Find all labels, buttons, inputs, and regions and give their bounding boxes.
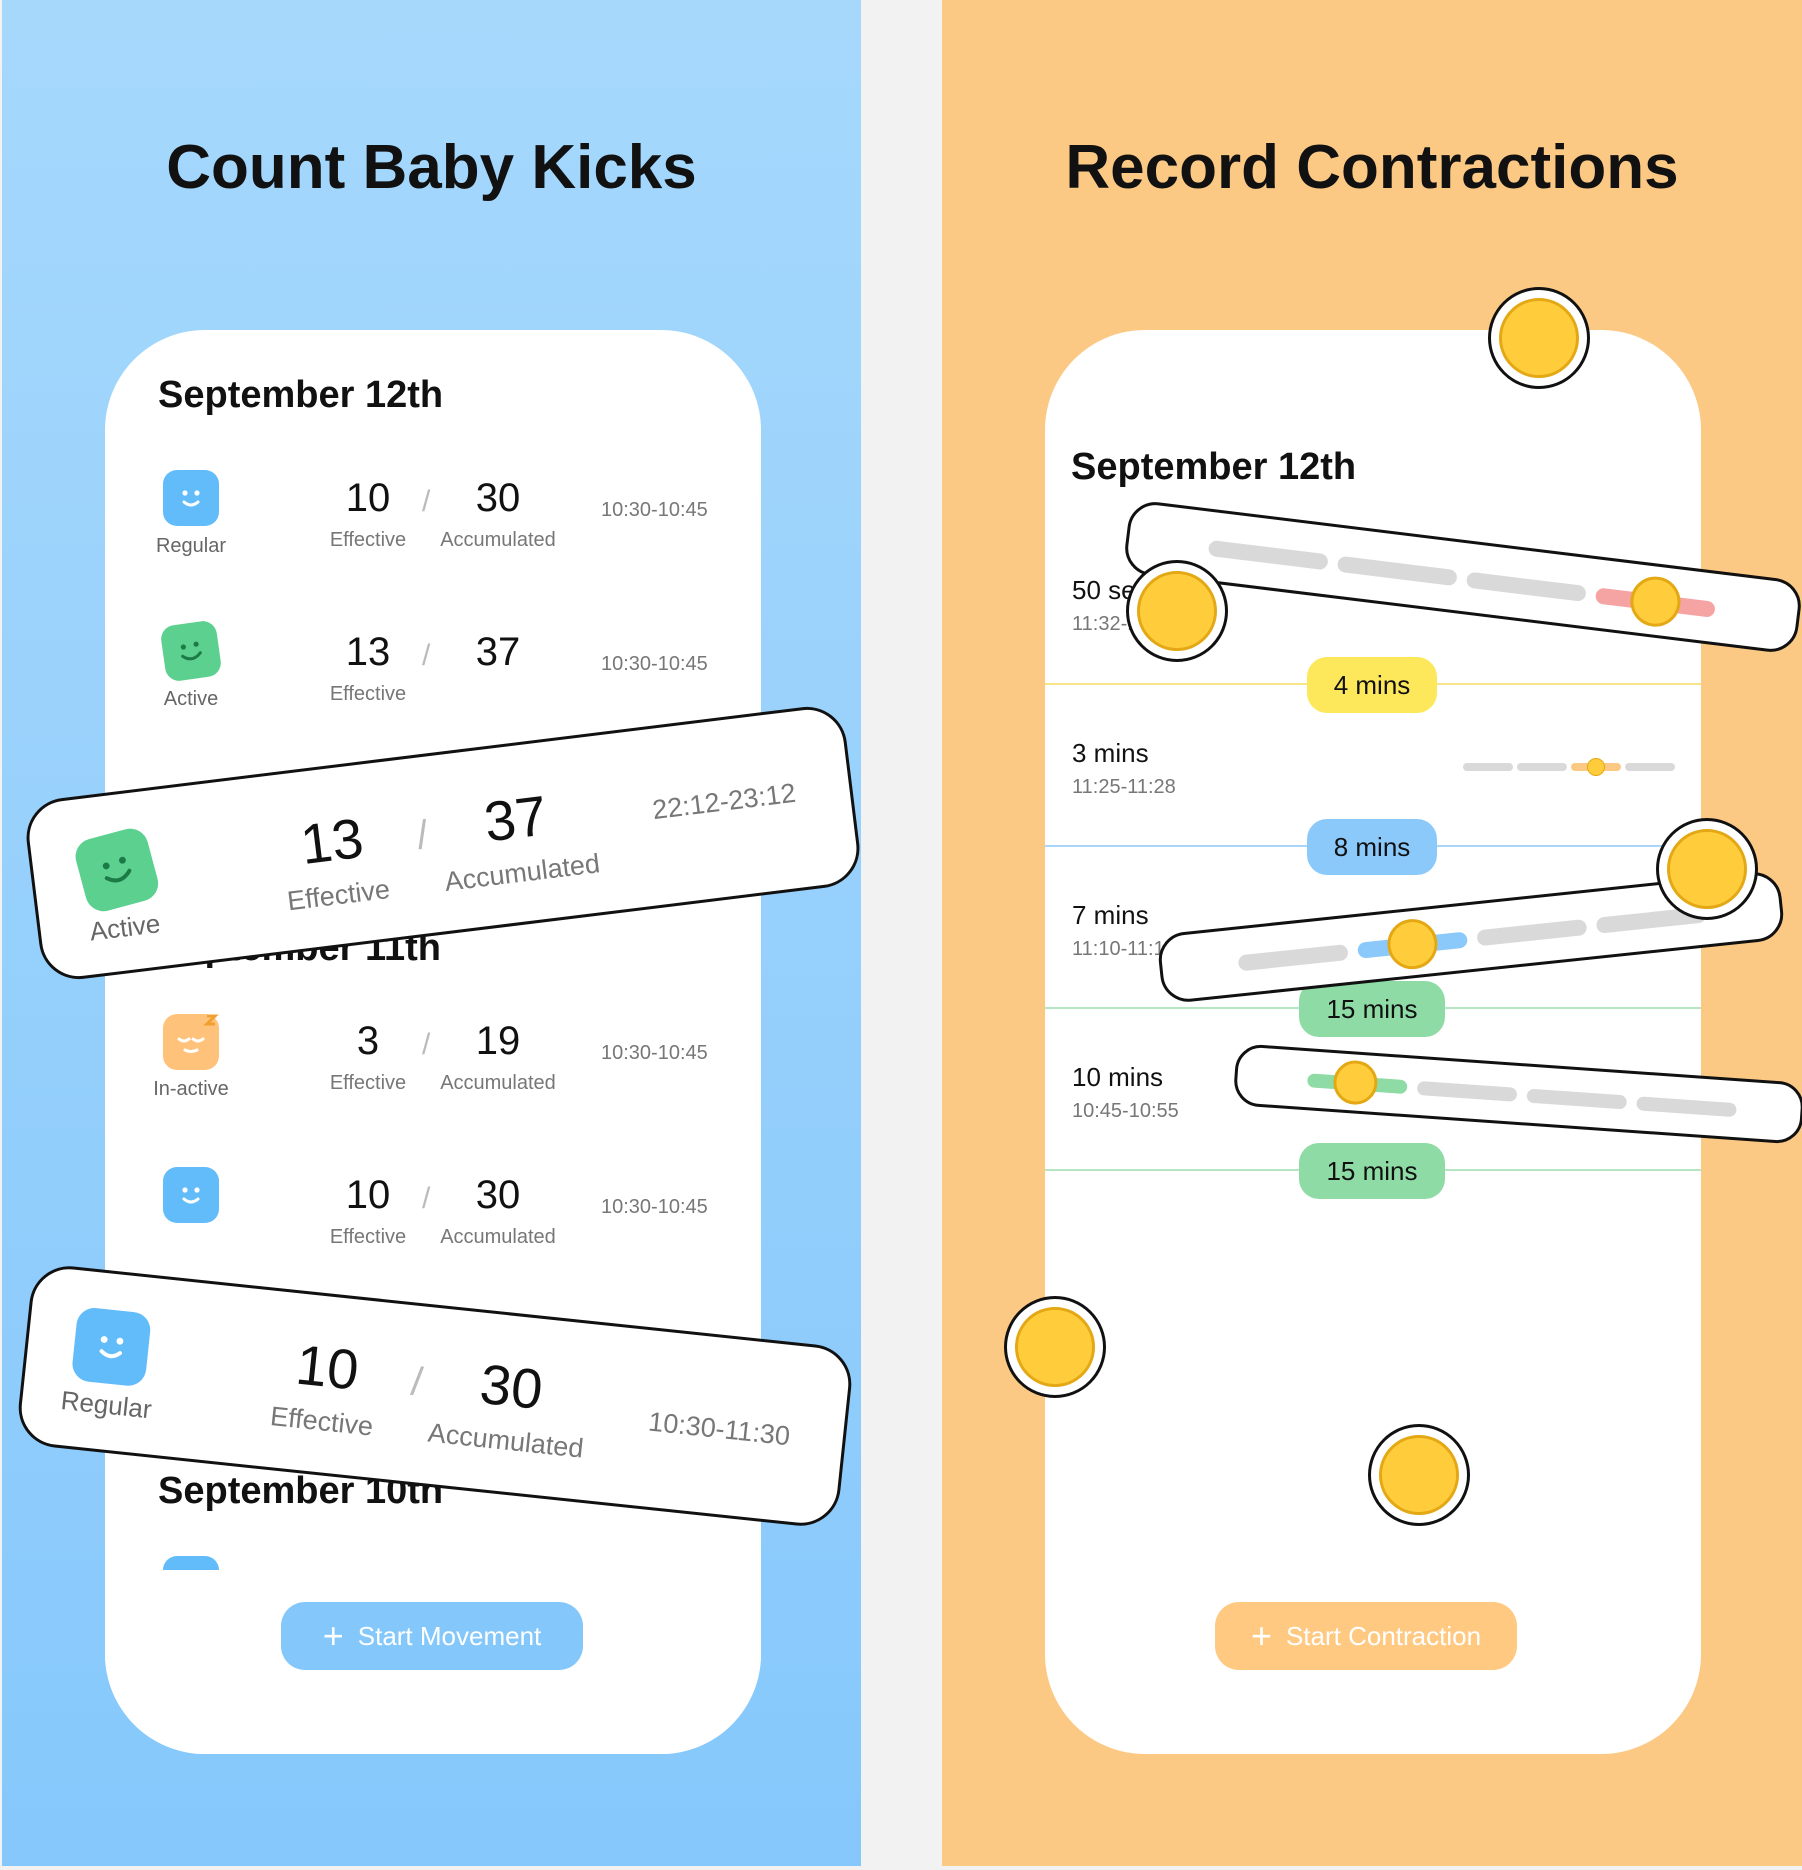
sad-face-icon xyxy=(1015,1307,1095,1387)
count-slash: / xyxy=(414,812,431,858)
regular-face-icon xyxy=(163,1167,219,1223)
mood-label: Regular xyxy=(59,1385,154,1425)
mood-label: In-active xyxy=(153,1078,229,1100)
regular-face-icon xyxy=(70,1306,153,1388)
contraction-duration: 10 mins xyxy=(1072,1062,1164,1092)
timeline-bar xyxy=(1463,763,1513,771)
effective-count: 13 xyxy=(297,805,367,877)
interval-pill: 8 mins xyxy=(1307,819,1437,875)
angry-face-icon xyxy=(1587,758,1605,776)
contractions-headline: Record Contractions xyxy=(1065,133,1679,202)
emoji-badge xyxy=(1368,1424,1470,1526)
effective-count: 10 xyxy=(345,1173,391,1217)
timeline-bar xyxy=(1636,1096,1737,1118)
effective-label: Effective xyxy=(329,1226,407,1248)
session-time: 10:30-11:30 xyxy=(646,1406,792,1452)
start-movement-button[interactable]: + Start Movement xyxy=(281,1602,583,1670)
effective-count: 10 xyxy=(293,1332,362,1402)
start-contraction-button[interactable]: + Start Contraction xyxy=(1215,1602,1517,1670)
count-slash: / xyxy=(409,1359,425,1405)
session-time: 10:30-10:45 xyxy=(601,499,708,521)
regular-face-icon xyxy=(163,1556,219,1570)
relieved-face-icon xyxy=(1331,1059,1379,1107)
accumulated-label: Accumulated xyxy=(440,529,556,551)
count-slash: / xyxy=(422,1028,431,1061)
timeline-bar xyxy=(1465,571,1587,603)
start-contraction-label: Start Contraction xyxy=(1285,1620,1482,1651)
confounded-face-icon xyxy=(1137,571,1217,651)
sleepy-face-icon xyxy=(1379,1435,1459,1515)
timeline-bar xyxy=(1207,539,1329,571)
accumulated-count: 30 xyxy=(475,476,521,520)
relieved-face-icon xyxy=(1667,829,1747,909)
accumulated-label: Accumulated xyxy=(440,1226,556,1248)
active-face-icon xyxy=(159,619,223,683)
section-date: September 12th xyxy=(158,374,444,416)
tired-face-icon xyxy=(1627,573,1684,630)
effective-label: Effective xyxy=(329,529,407,551)
mood-label: Regular xyxy=(155,535,227,557)
interval-pill: 4 mins xyxy=(1307,657,1437,713)
effective-label: Effective xyxy=(329,1072,407,1094)
timeline-bar xyxy=(1476,918,1588,947)
regular-face-icon xyxy=(163,470,219,526)
mood-label: Active xyxy=(87,908,162,947)
count-slash: / xyxy=(422,1182,431,1215)
accumulated-count: 30 xyxy=(475,1173,521,1217)
effective-count: 13 xyxy=(345,630,391,674)
mood-label: Active xyxy=(163,688,219,710)
tired-face-icon xyxy=(1499,298,1579,378)
timeline-bar xyxy=(1336,555,1458,587)
accumulated-count: 19 xyxy=(475,1019,521,1063)
kicks-phone-screen: September 12th Regular 10 / 30 Effective… xyxy=(105,330,761,1754)
timeline-bar xyxy=(1517,763,1567,771)
contraction-duration: 3 mins xyxy=(1072,738,1149,768)
session-time: 10:30-10:45 xyxy=(601,1196,708,1218)
emoji-badge xyxy=(1004,1296,1106,1398)
plus-icon: + xyxy=(1250,1615,1272,1656)
contraction-time-range: 10:45-10:55 xyxy=(1072,1100,1179,1122)
timeline-bar xyxy=(1416,1080,1518,1102)
accumulated-count: 30 xyxy=(477,1351,546,1422)
kick-row-partial xyxy=(158,1556,678,1570)
timeline-bar xyxy=(1625,763,1675,771)
plus-icon: + xyxy=(322,1615,344,1656)
sad-face-icon xyxy=(1384,916,1440,972)
sleepy-face-icon xyxy=(163,1014,219,1070)
contraction-time-range: 11:25-11:28 xyxy=(1072,776,1176,798)
timeline-bar xyxy=(1526,1088,1628,1110)
accumulated-count: 37 xyxy=(480,783,551,854)
kicks-headline: Count Baby Kicks xyxy=(166,133,697,202)
accumulated-label: Accumulated xyxy=(440,1072,556,1094)
effective-label: Effective xyxy=(329,683,407,705)
session-time: 10:30-10:45 xyxy=(601,1042,708,1064)
emoji-badge xyxy=(1126,560,1228,662)
emoji-badge xyxy=(1656,818,1758,920)
start-movement-label: Start Movement xyxy=(357,1620,542,1651)
emoji-badge xyxy=(1488,287,1590,389)
timeline-bar xyxy=(1237,943,1349,972)
active-face-icon xyxy=(71,824,163,916)
effective-count: 10 xyxy=(345,476,391,520)
session-time: 10:30-10:45 xyxy=(601,653,708,675)
count-slash: / xyxy=(422,485,431,518)
session-time: 22:12-23:12 xyxy=(650,777,798,826)
contraction-duration: 7 mins xyxy=(1072,900,1149,930)
interval-pill: 15 mins xyxy=(1299,1143,1445,1199)
interval-pill: 15 mins xyxy=(1299,981,1445,1037)
accumulated-count: 37 xyxy=(475,630,521,674)
section-date: September 12th xyxy=(1071,446,1357,488)
count-slash: / xyxy=(422,639,431,672)
effective-count: 3 xyxy=(356,1019,380,1063)
